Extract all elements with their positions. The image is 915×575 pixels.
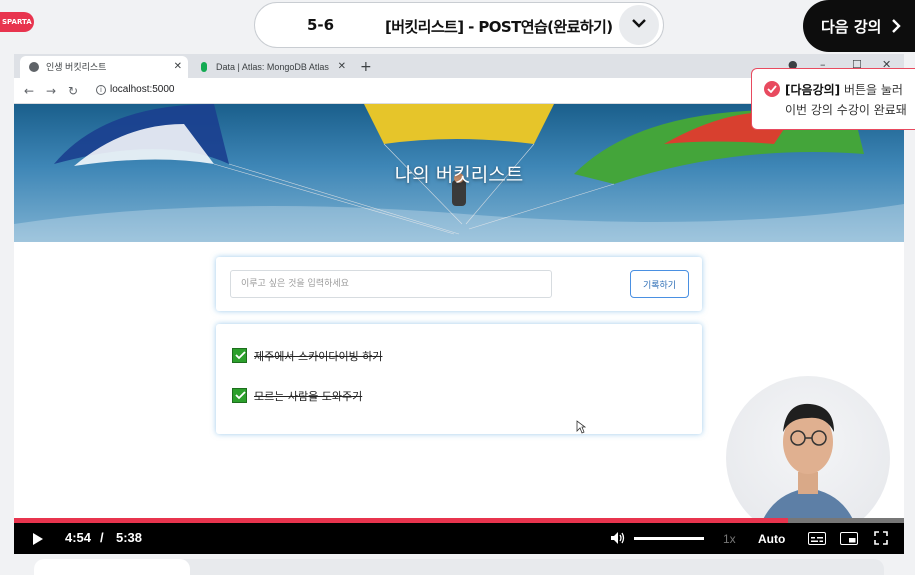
- new-tab-icon[interactable]: +: [360, 56, 372, 78]
- toast-line-2: 이번 강의 수강이 완료돼: [785, 103, 907, 117]
- browser-tab-atlas[interactable]: Data | Atlas: MongoDB Atlas ✕: [190, 56, 352, 78]
- bucket-input[interactable]: [230, 270, 552, 298]
- chevron-right-icon: [892, 19, 901, 33]
- current-time: 4:54: [65, 530, 92, 545]
- bucket-item-text: 모르는 사람을 도와주기: [254, 390, 363, 403]
- fullscreen-icon[interactable]: [874, 531, 888, 545]
- browser-tab-bucketlist[interactable]: 인생 버킷리스트 ✕: [20, 56, 188, 78]
- instructor-video: [726, 376, 890, 540]
- mouse-cursor-icon: [576, 420, 586, 434]
- time-separator: /: [100, 530, 104, 545]
- volume-slider[interactable]: [634, 537, 704, 540]
- player-controls: 4:54 / 5:38 1x Auto: [14, 523, 904, 554]
- checkbox-checked-icon[interactable]: [232, 348, 247, 363]
- close-icon[interactable]: ✕: [338, 56, 346, 78]
- tab-label: 인생 버킷리스트: [46, 62, 107, 72]
- lesson-panel-tab[interactable]: [34, 559, 190, 575]
- lesson-number: 5-6: [307, 16, 335, 34]
- chevron-down-icon[interactable]: [619, 5, 659, 45]
- quality-selector[interactable]: Auto: [758, 532, 785, 546]
- input-card: 기록하기: [216, 257, 702, 311]
- subtitles-icon[interactable]: [808, 532, 826, 545]
- lesson-selector[interactable]: 5-6 [버킷리스트] - POST연습(완료하기): [254, 2, 664, 48]
- completion-toast: [다음강의] 버튼을 눌러 이번 강의 수강이 완료돼: [751, 68, 915, 130]
- forward-icon[interactable]: →: [46, 82, 56, 100]
- toast-line-1: [다음강의] 버튼을 눌러: [785, 81, 903, 98]
- course-header: SPARTA 5-6 [버킷리스트] - POST연습(완료하기) 다음 강의: [0, 0, 915, 52]
- duration: 5:38: [116, 530, 143, 545]
- url-field[interactable]: localhost:5000: [110, 84, 175, 95]
- close-icon[interactable]: ✕: [174, 56, 182, 78]
- globe-icon: [29, 62, 39, 72]
- next-lesson-label: 다음 강의: [821, 18, 882, 36]
- play-icon[interactable]: [32, 532, 44, 546]
- picture-in-picture-icon[interactable]: [840, 532, 858, 545]
- bucket-list-card: 제주에서 스카이다이빙 하기 모르는 사람을 도와주기: [216, 324, 702, 434]
- lesson-title: [버킷리스트] - POST연습(완료하기): [385, 18, 613, 36]
- toast-line-1-text: 버튼을 눌러: [840, 83, 903, 97]
- checkbox-checked-icon[interactable]: [232, 388, 247, 403]
- tab-label: Data | Atlas: MongoDB Atlas: [216, 62, 329, 72]
- toast-highlight: [다음강의]: [785, 83, 841, 97]
- next-lesson-button[interactable]: 다음 강의: [803, 0, 915, 52]
- bucket-item-text: 제주에서 스카이다이빙 하기: [254, 350, 383, 363]
- playback-speed[interactable]: 1x: [723, 532, 736, 546]
- record-button[interactable]: 기록하기: [630, 270, 689, 298]
- info-icon[interactable]: i: [96, 85, 106, 95]
- check-circle-icon: [764, 81, 780, 97]
- back-icon[interactable]: ←: [24, 82, 34, 100]
- reload-icon[interactable]: ↻: [68, 82, 78, 100]
- page-title: 나의 버킷리스트: [394, 164, 524, 186]
- volume-icon[interactable]: [610, 531, 626, 545]
- mongodb-leaf-icon: [201, 62, 207, 72]
- course-player-page: SPARTA 5-6 [버킷리스트] - POST연습(완료하기) 다음 강의 …: [0, 0, 915, 575]
- sparta-logo[interactable]: SPARTA: [0, 12, 34, 32]
